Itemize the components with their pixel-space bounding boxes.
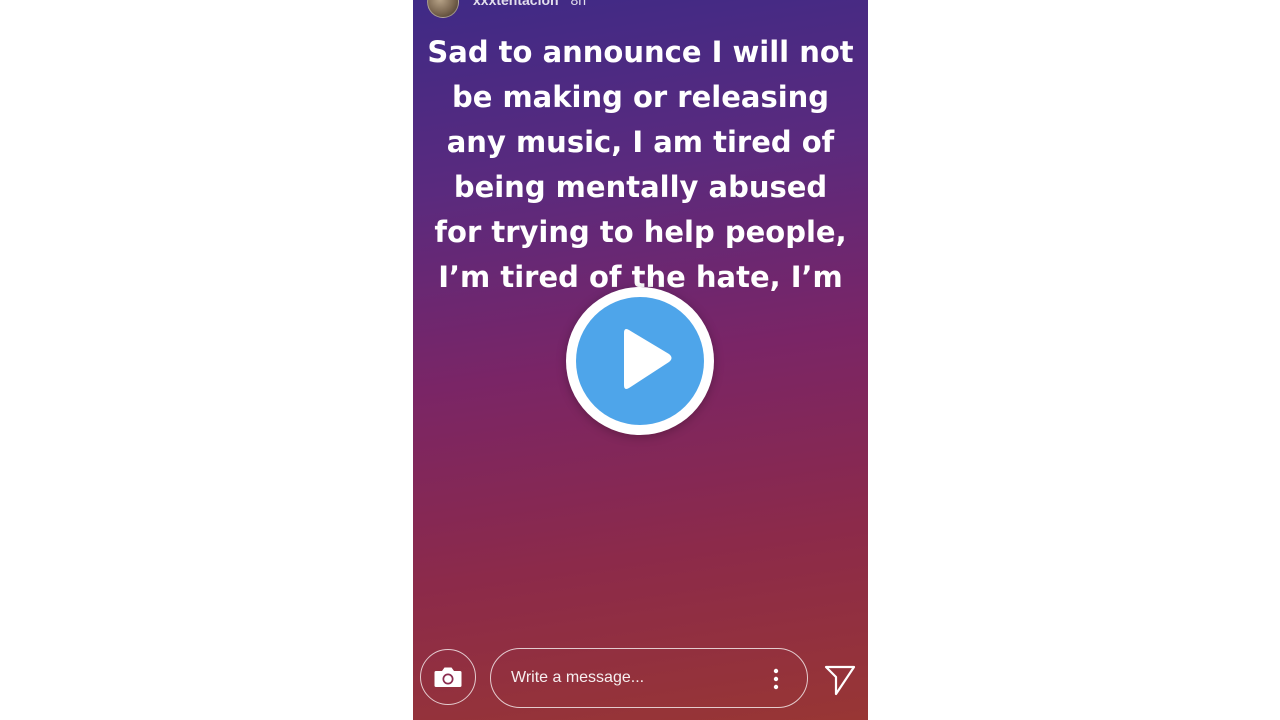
username-text: xxxtentacion [473, 0, 559, 8]
story-text-line: for trying to help people, [434, 215, 847, 249]
send-icon[interactable] [823, 663, 857, 697]
message-placeholder: Write a message... [511, 669, 645, 686]
reply-bar: Write a message... [413, 646, 868, 712]
play-button[interactable] [566, 287, 714, 435]
more-vertical-icon[interactable] [770, 667, 782, 691]
message-input[interactable]: Write a message... [490, 648, 808, 708]
story-text-line: be making or releasing [451, 80, 830, 114]
story-text-line: being mentally abused [453, 170, 828, 204]
story-text: Sad to announce I will not be making or … [423, 30, 858, 300]
story-header: xxxtentacion 8h [413, 0, 868, 18]
play-icon [624, 329, 672, 389]
story-time: 8h [570, 0, 587, 8]
screen: xxxtentacion 8h Sad to announce I will n… [0, 0, 1280, 720]
camera-icon [434, 667, 462, 687]
story-text-line: Sad to announce I will not [427, 35, 854, 69]
story-text-line: any music, I am tired of [446, 125, 835, 159]
story-username[interactable]: xxxtentacion 8h [473, 0, 586, 8]
profile-avatar[interactable] [427, 0, 459, 18]
camera-button[interactable] [420, 649, 476, 705]
